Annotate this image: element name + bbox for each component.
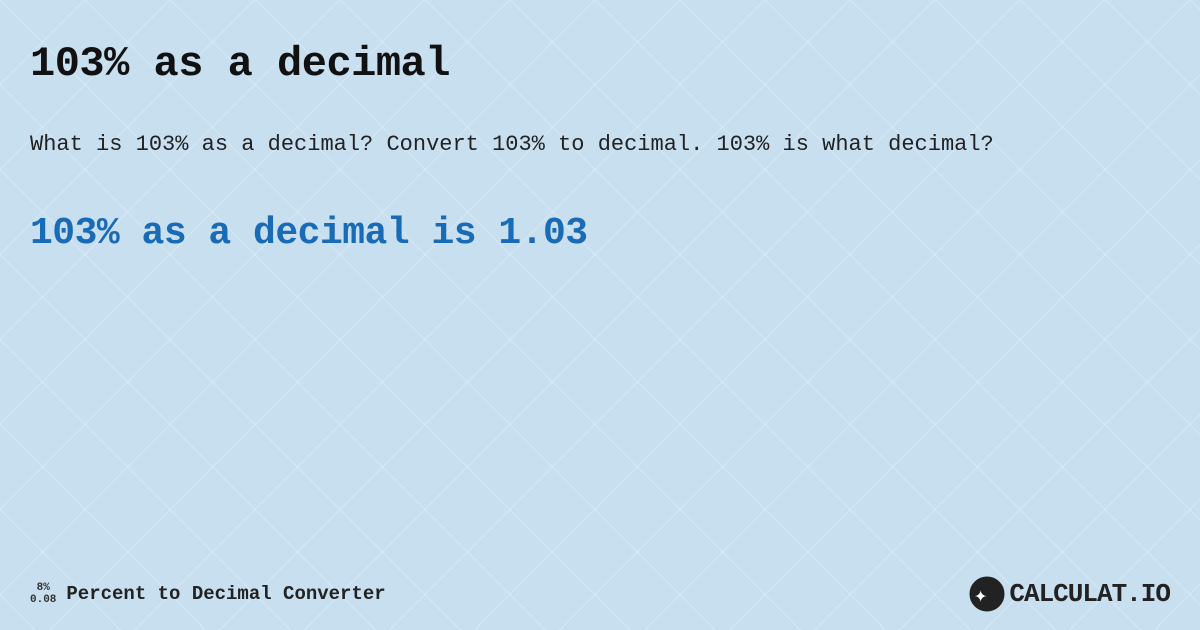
- fraction-bottom: 0.08: [30, 594, 56, 606]
- main-content: 103% as a decimal What is 103% as a deci…: [0, 0, 1200, 315]
- calculator-icon: ✦: [969, 576, 1005, 612]
- description-text: What is 103% as a decimal? Convert 103% …: [30, 128, 1170, 162]
- logo-text: CALCULAT.IO: [1009, 579, 1170, 609]
- result-text: 103% as a decimal is 1.03: [30, 212, 1170, 255]
- logo: ✦ CALCULAT.IO: [969, 576, 1170, 612]
- footer: 8% 0.08 Percent to Decimal Converter ✦ C…: [30, 576, 1170, 612]
- percent-fraction: 8% 0.08: [30, 582, 56, 606]
- page-title: 103% as a decimal: [30, 40, 1170, 88]
- footer-left: 8% 0.08 Percent to Decimal Converter: [30, 582, 386, 606]
- footer-label: Percent to Decimal Converter: [66, 583, 385, 605]
- svg-text:✦: ✦: [974, 583, 987, 608]
- fraction-top: 8%: [37, 582, 50, 594]
